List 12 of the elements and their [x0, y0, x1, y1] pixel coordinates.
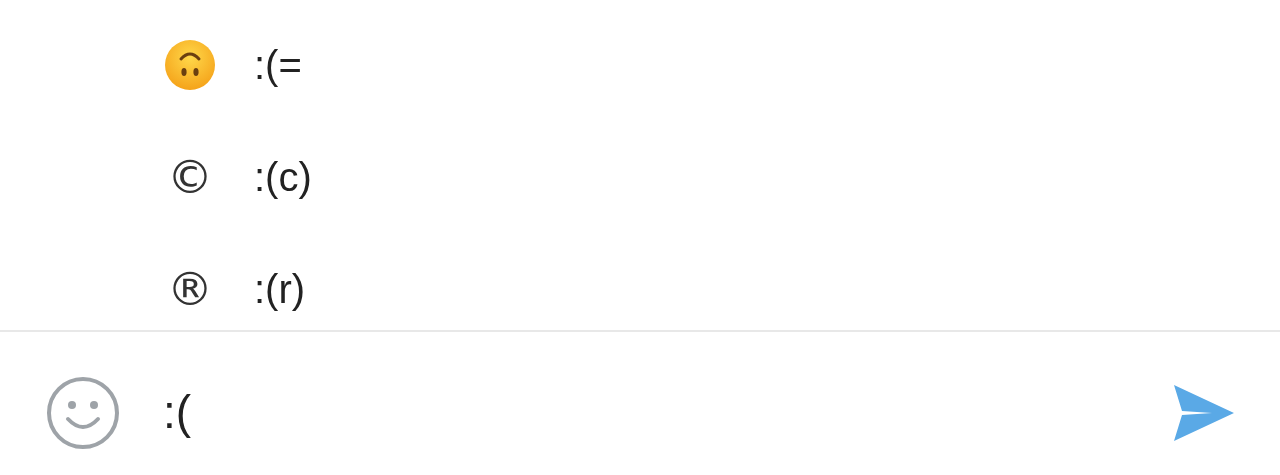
emoji-shortcode: :(c): [254, 154, 312, 201]
emoji-suggestion[interactable]: ® :(r): [0, 233, 1280, 330]
message-input[interactable]: :(: [163, 384, 1172, 441]
emoji-symbol: ©: [167, 154, 213, 200]
emoji-icon[interactable]: [45, 374, 121, 451]
upside-down-face-icon: [164, 39, 216, 91]
emoji-shortcode: :(r): [254, 266, 306, 313]
emoji-suggestion[interactable]: :(=: [0, 9, 1280, 121]
send-icon[interactable]: [1172, 382, 1236, 443]
emoji-shortcode: :(=: [254, 42, 302, 89]
emoji-suggestion[interactable]: © :(c): [0, 121, 1280, 233]
emoji-symbol: ®: [167, 266, 213, 312]
